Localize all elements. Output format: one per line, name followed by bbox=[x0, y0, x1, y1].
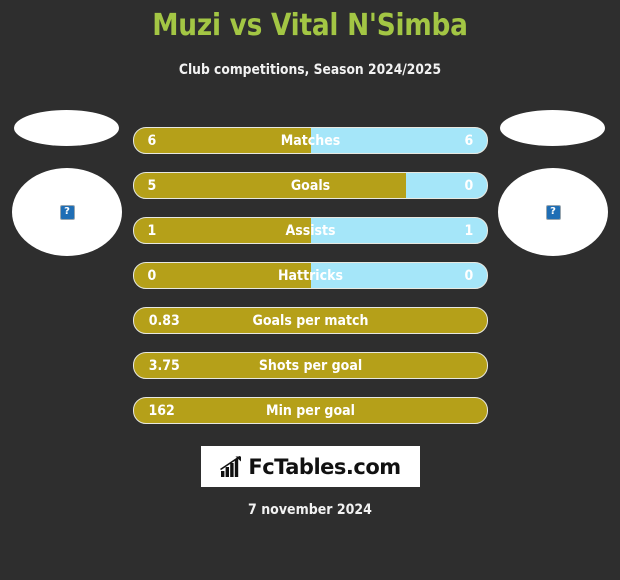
stat-row: 162 Min per goal bbox=[133, 397, 488, 424]
stat-label: Matches bbox=[280, 132, 341, 149]
stat-row: 0.83 Goals per match bbox=[133, 307, 488, 334]
broken-image-glyph: ? bbox=[550, 206, 556, 217]
fctables-logo[interactable]: FcTables.com bbox=[201, 446, 420, 487]
broken-image-icon: ? bbox=[545, 204, 561, 220]
stat-label: Assists bbox=[285, 222, 336, 239]
footer-date: 7 november 2024 bbox=[248, 502, 372, 518]
stat-row: 1 Assists 1 bbox=[133, 217, 488, 244]
stat-label: Hattricks bbox=[278, 267, 343, 284]
stat-label: Goals bbox=[290, 177, 331, 194]
stat-away-value: 6 bbox=[464, 132, 474, 149]
broken-image-icon: ? bbox=[59, 204, 75, 220]
stat-label: Shots per goal bbox=[258, 357, 363, 374]
stat-label: Goals per match bbox=[252, 312, 369, 329]
home-photo-main-ellipse: ? bbox=[12, 168, 122, 256]
stat-away-value: 0 bbox=[464, 177, 474, 194]
bar-chart-icon bbox=[220, 455, 242, 477]
away-photo-top-ellipse bbox=[500, 110, 605, 146]
stat-away-value: 1 bbox=[464, 222, 474, 239]
stats-comparison-chart: 6 Matches 6 5 Goals 0 1 Assists 1 0 Hattricks 0 0.83… bbox=[133, 127, 488, 442]
stat-row: 5 Goals 0 bbox=[133, 172, 488, 199]
home-photo-top-ellipse bbox=[14, 110, 119, 146]
stat-row: 6 Matches 6 bbox=[133, 127, 488, 154]
page-title: Muzi vs Vital N'Simba bbox=[152, 8, 468, 43]
broken-image-glyph: ? bbox=[64, 206, 70, 217]
stat-row: 0 Hattricks 0 bbox=[133, 262, 488, 289]
stat-row: 3.75 Shots per goal bbox=[133, 352, 488, 379]
page-subtitle: Club competitions, Season 2024/2025 bbox=[178, 62, 442, 78]
home-player-photo: ? bbox=[2, 110, 132, 265]
stat-away-value: 0 bbox=[464, 267, 474, 284]
stat-label: Min per goal bbox=[266, 402, 355, 419]
away-photo-main-ellipse: ? bbox=[498, 168, 608, 256]
fctables-logo-text: FcTables.com bbox=[248, 454, 401, 479]
away-player-photo: ? bbox=[488, 110, 618, 265]
